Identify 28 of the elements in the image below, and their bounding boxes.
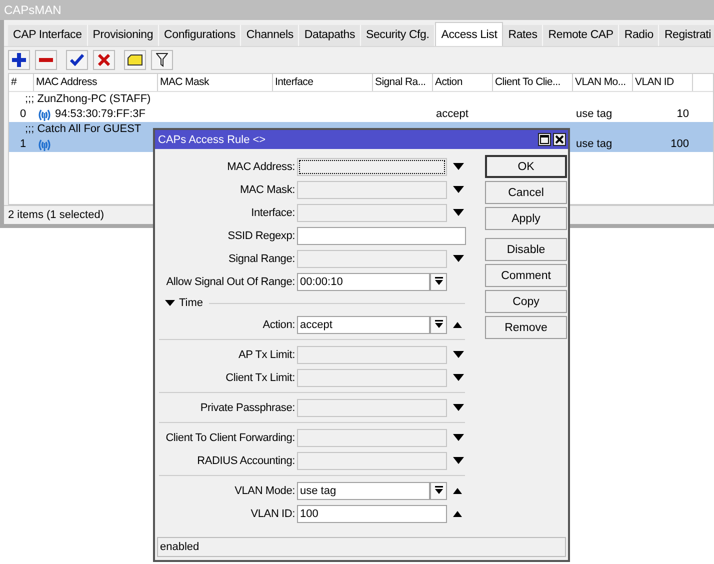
field-label: Action: [262,318,296,330]
window-title: CAPsMAN [0,0,714,20]
status-bar: enabled [157,537,566,557]
table-cell: 10 [676,107,689,122]
field-label: Allow Signal Out Of Range: [165,276,296,288]
dialog-title: CAPs Access Rule <> [158,134,266,146]
field-label: Signal Range: [227,252,296,264]
field-label: SSID Regexp: [226,230,296,242]
field-label: AP Tx Limit: [238,348,296,360]
table-cell: 100 [670,137,689,152]
field-label: Private Passphrase: [199,402,296,414]
field-label: Interface: [250,206,296,218]
comment-text: ;;; ZunZhong-PC (STAFF) [24,92,151,107]
table-cell: use tag [576,107,612,122]
table-cell-text: 0 [18,107,28,122]
field-label: VLAN Mode: [234,484,296,496]
table-cell: use tag [576,137,612,152]
field-label: MAC Mask: [238,184,296,196]
table-cell: accept [436,107,468,122]
field-label: MAC Address: [226,160,296,172]
field-label: Client To Client Forwarding: [164,432,296,444]
comment-text: ;;; Catch All For GUEST [24,122,142,137]
field-label: VLAN ID: [250,508,296,520]
section-title: Time [179,297,204,309]
field-label: RADIUS Accounting: [196,454,296,466]
field-label: Client Tx Limit: [224,372,296,384]
table-cell: 94:53:30:79:FF:3F [55,107,146,122]
table-cell-text: 1 [18,137,28,152]
